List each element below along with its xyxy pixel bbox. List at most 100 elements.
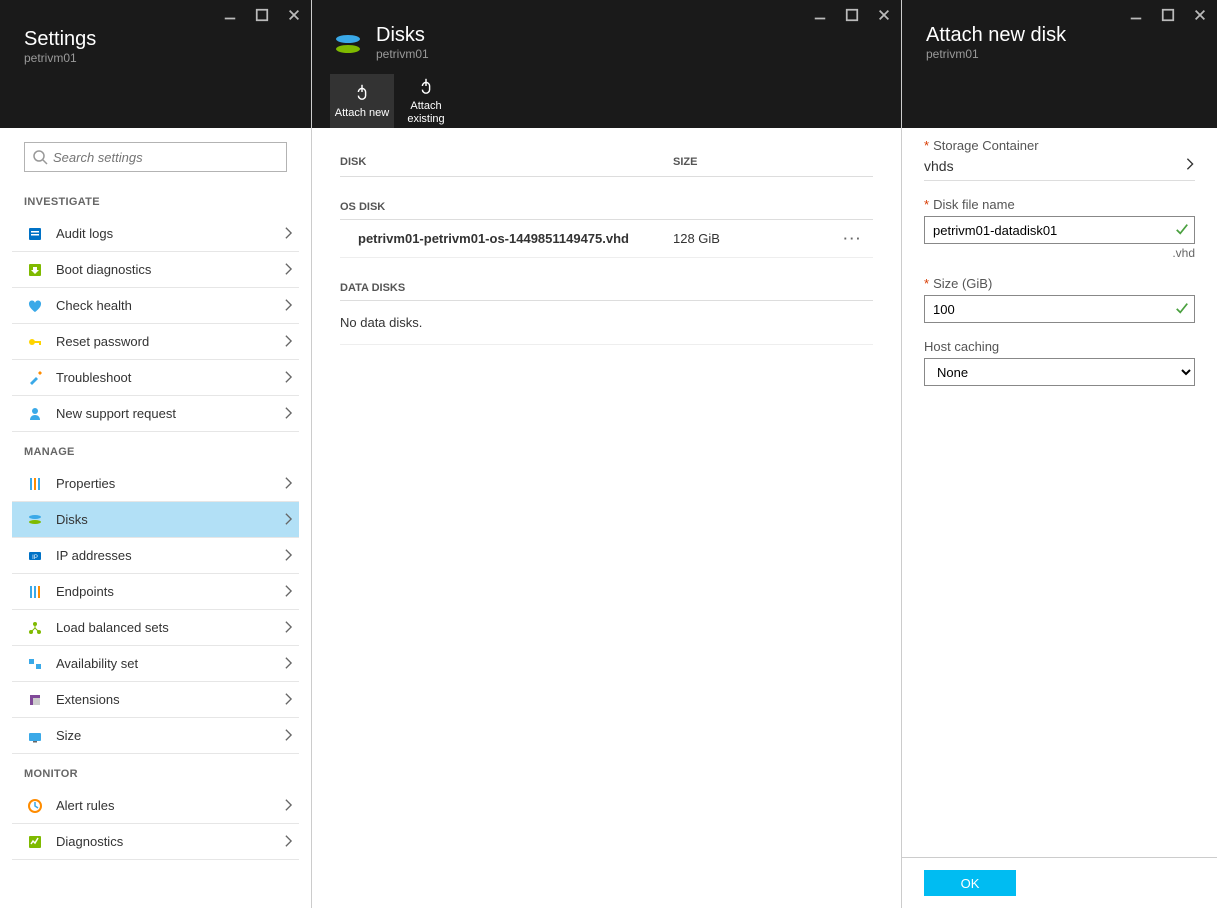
heart-icon — [26, 297, 44, 315]
filename-label: *Disk file name — [924, 197, 1195, 212]
attach-footer: OK — [902, 857, 1217, 908]
support-icon — [26, 405, 44, 423]
item-label: Endpoints — [56, 584, 114, 599]
search-icon — [32, 149, 48, 165]
ok-button[interactable]: OK — [924, 870, 1016, 896]
chevron-right-icon — [284, 226, 293, 243]
item-label: Diagnostics — [56, 834, 123, 849]
attach-subtitle: petrivm01 — [926, 47, 1197, 61]
item-availability-set[interactable]: Availability set — [12, 646, 299, 682]
item-size[interactable]: Size — [12, 718, 299, 754]
item-load-balanced-sets[interactable]: Load balanced sets — [12, 610, 299, 646]
toolbutton-label: Attach new — [335, 107, 389, 119]
maximize-button[interactable] — [253, 6, 271, 24]
item-label: Reset password — [56, 334, 149, 349]
disks-blade: Disks petrivm01 Attach new Attach existi… — [312, 0, 902, 908]
item-reset-password[interactable]: Reset password — [12, 324, 299, 360]
disks-large-icon — [332, 28, 364, 60]
table-row[interactable]: petrivm01-petrivm01-os-1449851149475.vhd… — [340, 220, 873, 258]
item-properties[interactable]: Properties — [12, 466, 299, 502]
attach-body: *Storage Container vhds *Disk file name … — [902, 128, 1217, 857]
svg-text:IP: IP — [32, 555, 38, 561]
chevron-right-icon — [284, 656, 293, 673]
settings-subtitle: petrivm01 — [24, 51, 291, 65]
disks-body: DISK SIZE OS DISK petrivm01-petrivm01-os… — [312, 128, 901, 908]
chevron-right-icon — [284, 834, 293, 851]
item-label: IP addresses — [56, 548, 132, 563]
settings-body: INVESTIGATE Audit logs Boot diagnostics … — [0, 128, 311, 908]
disks-subtitle: petrivm01 — [376, 47, 429, 61]
item-extensions[interactable]: Extensions — [12, 682, 299, 718]
item-ip-addresses[interactable]: IP IP addresses — [12, 538, 299, 574]
boot-icon — [26, 261, 44, 279]
tools-icon — [26, 369, 44, 387]
chevron-right-icon — [284, 406, 293, 423]
chevron-right-icon — [284, 298, 293, 315]
minimize-button[interactable] — [1127, 6, 1145, 24]
minimize-button[interactable] — [221, 6, 239, 24]
attach-new-button[interactable]: Attach new — [330, 74, 394, 128]
disks-icon — [26, 511, 44, 529]
item-label: Size — [56, 728, 81, 743]
row-actions-button[interactable]: ··· — [833, 231, 873, 246]
load-balance-icon — [26, 619, 44, 637]
attach-blade: Attach new disk petrivm01 *Storage Conta… — [902, 0, 1217, 908]
chevron-right-icon — [284, 334, 293, 351]
item-boot-diagnostics[interactable]: Boot diagnostics — [12, 252, 299, 288]
minimize-button[interactable] — [811, 6, 829, 24]
chevron-right-icon — [284, 548, 293, 565]
item-alert-rules[interactable]: Alert rules — [12, 788, 299, 824]
search-input[interactable] — [24, 142, 287, 172]
size-input[interactable] — [924, 295, 1195, 323]
endpoints-icon — [26, 583, 44, 601]
chevron-right-icon — [284, 728, 293, 745]
item-label: Disks — [56, 512, 88, 527]
chevron-right-icon — [284, 584, 293, 601]
col-size: SIZE — [673, 156, 833, 168]
storage-container-selector[interactable]: *Storage Container vhds — [924, 138, 1195, 181]
diagnostics-icon — [26, 833, 44, 851]
chevron-right-icon — [284, 262, 293, 279]
check-icon — [1175, 301, 1189, 318]
section-investigate: INVESTIGATE — [0, 182, 311, 216]
attach-title: Attach new disk — [926, 24, 1197, 47]
item-troubleshoot[interactable]: Troubleshoot — [12, 360, 299, 396]
settings-title: Settings — [24, 28, 291, 51]
maximize-button[interactable] — [843, 6, 861, 24]
item-check-health[interactable]: Check health — [12, 288, 299, 324]
item-label: Audit logs — [56, 226, 113, 241]
item-diagnostics[interactable]: Diagnostics — [12, 824, 299, 860]
attach-icon — [353, 83, 371, 104]
item-label: Extensions — [56, 692, 120, 707]
disks-title: Disks — [376, 24, 429, 47]
item-endpoints[interactable]: Endpoints — [12, 574, 299, 610]
item-new-support-request[interactable]: New support request — [12, 396, 299, 432]
close-button[interactable] — [1191, 6, 1209, 24]
item-audit-logs[interactable]: Audit logs — [12, 216, 299, 252]
properties-icon — [26, 475, 44, 493]
disk-name: petrivm01-petrivm01-os-1449851149475.vhd — [340, 231, 673, 246]
filename-input[interactable] — [924, 216, 1195, 244]
disk-size: 128 GiB — [673, 231, 833, 246]
item-label: Alert rules — [56, 798, 115, 813]
chevron-right-icon — [284, 370, 293, 387]
item-label: Check health — [56, 298, 132, 313]
chevron-right-icon — [284, 476, 293, 493]
cache-label: Host caching — [924, 339, 1195, 354]
attach-existing-button[interactable]: Attach existing — [394, 74, 458, 128]
settings-header: Settings petrivm01 — [0, 0, 311, 128]
attach-header: Attach new disk petrivm01 — [902, 0, 1217, 128]
maximize-button[interactable] — [1159, 6, 1177, 24]
size-label: *Size (GiB) — [924, 276, 1195, 291]
close-button[interactable] — [285, 6, 303, 24]
item-label: New support request — [56, 406, 176, 421]
item-disks[interactable]: Disks — [12, 502, 299, 538]
item-label: Troubleshoot — [56, 370, 131, 385]
chevron-right-icon — [284, 620, 293, 637]
host-caching-select[interactable]: None — [924, 358, 1195, 386]
close-button[interactable] — [875, 6, 893, 24]
attach-icon — [417, 77, 435, 98]
chevron-right-icon — [284, 512, 293, 529]
section-monitor: MONITOR — [0, 754, 311, 788]
item-label: Boot diagnostics — [56, 262, 151, 277]
